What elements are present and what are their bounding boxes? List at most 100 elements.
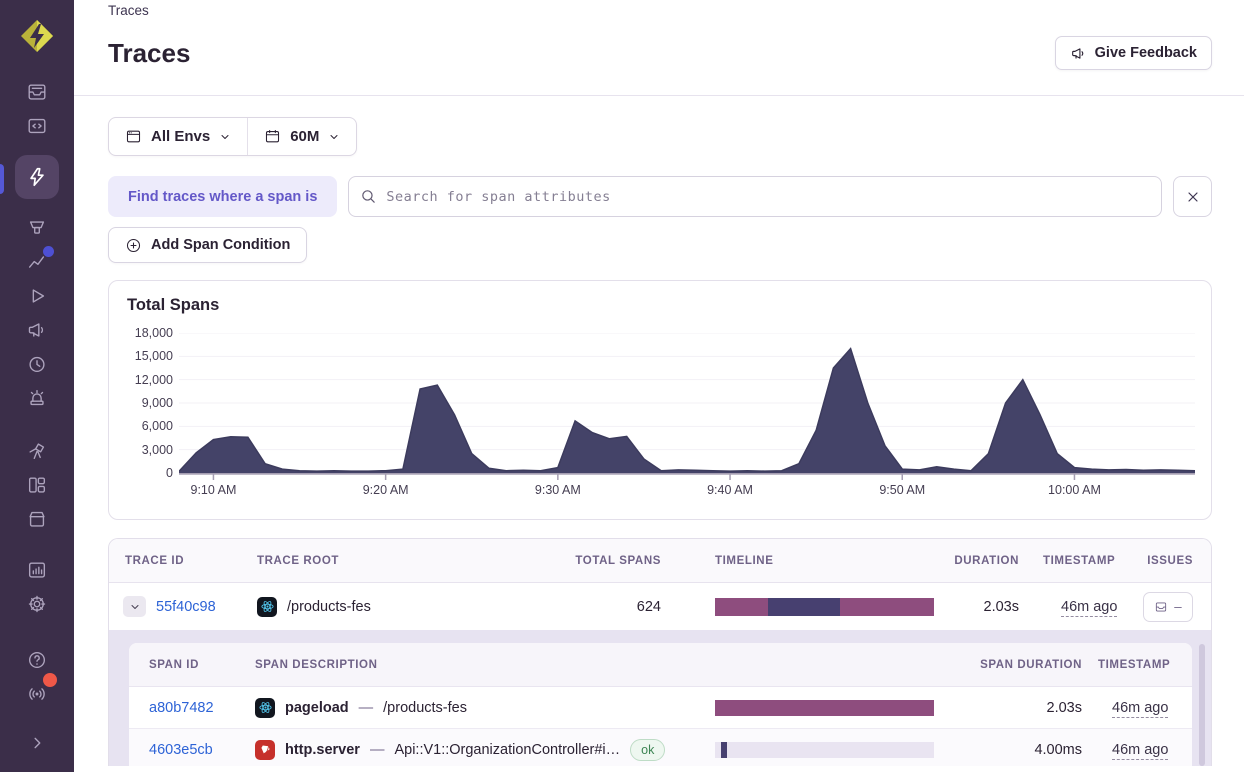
x-tick-label: 9:10 AM: [190, 483, 237, 497]
trace-total-spans: 624: [636, 598, 661, 615]
notification-dot-red: [43, 673, 57, 687]
ruby-platform-icon: [255, 739, 275, 760]
environment-filter[interactable]: All Envs: [109, 118, 247, 155]
sidebar-item-profiling[interactable]: [20, 211, 54, 245]
sidebar-item-settings[interactable]: [20, 587, 54, 621]
y-tick-label: 12,000: [134, 372, 173, 387]
x-tick-label: 9:30 AM: [534, 483, 581, 497]
give-feedback-label: Give Feedback: [1094, 45, 1197, 61]
span-timestamp[interactable]: 46m ago: [1112, 699, 1169, 718]
sidebar-item-discover[interactable]: [20, 434, 54, 468]
sidebar-item-dashboards[interactable]: [20, 468, 54, 502]
funnel-icon: [29, 221, 45, 234]
sidebar-item-projects[interactable]: [20, 109, 54, 143]
issues-count: –: [1174, 599, 1182, 614]
sidebar-item-whats-new[interactable]: [20, 673, 57, 711]
environment-filter-label: All Envs: [151, 128, 211, 145]
megaphone-icon: [28, 323, 44, 337]
x-tick-label: 9:20 AM: [362, 483, 409, 497]
span-description[interactable]: Api::V1::OrganizationController#i…: [394, 742, 620, 758]
span-description[interactable]: /products-fes: [383, 700, 467, 716]
clock-icon: [29, 356, 45, 373]
trace-id-link[interactable]: 55f40c98: [156, 599, 216, 615]
span-row: a80b7482 pageload — /products-fes 2.03s …: [129, 687, 1192, 729]
trace-issues-button[interactable]: –: [1143, 591, 1193, 622]
traces-table: Trace ID Trace Root Total Spans Timeline…: [108, 538, 1212, 766]
col-issues: Issues: [1147, 554, 1193, 567]
sidebar-item-issues[interactable]: [20, 75, 54, 109]
spans-scrollbar[interactable]: [1199, 644, 1205, 766]
date-range-filter[interactable]: 60M: [248, 118, 356, 155]
plus-circle-icon: [126, 238, 141, 252]
col-timeline: Timeline: [715, 554, 774, 567]
sidebar-item-help[interactable]: [20, 643, 54, 677]
span-timeline-bar: [715, 699, 934, 716]
megaphone-icon: [1071, 47, 1083, 59]
col-span-id: Span ID: [149, 658, 199, 671]
give-feedback-button[interactable]: Give Feedback: [1054, 36, 1212, 70]
search-icon: [362, 190, 376, 203]
calendar-icon: [266, 129, 280, 143]
chart-x-ticks: [212, 474, 1076, 480]
page-header: Traces Traces Give Feedback: [74, 0, 1244, 96]
add-span-condition-button[interactable]: Add Span Condition: [108, 227, 308, 263]
span-timestamp[interactable]: 46m ago: [1112, 741, 1169, 760]
chevron-right-icon: [34, 737, 41, 749]
sentry-logo[interactable]: [15, 14, 59, 58]
span-row: 4603e5cb http.server — Api::V1::Organiza…: [129, 729, 1192, 766]
span-attributes-search-input[interactable]: [348, 176, 1162, 217]
archive-box-icon: [29, 511, 45, 527]
trace-timeline-bar: [715, 597, 934, 616]
find-traces-pill: Find traces where a span is: [108, 176, 338, 217]
react-platform-icon: [257, 596, 277, 617]
x-tick-label: 10:00 AM: [1048, 483, 1101, 497]
col-span-description: Span Description: [255, 658, 378, 671]
chart-area-path: [179, 348, 1195, 473]
sidebar-item-stats[interactable]: [20, 553, 54, 587]
sidebar-item-insights[interactable]: [20, 245, 54, 279]
telescope-icon: [29, 443, 45, 460]
sidebar: [0, 0, 74, 772]
x-tick-label: 9:40 AM: [707, 483, 753, 497]
sidebar-item-traces[interactable]: [15, 155, 59, 199]
col-trace-root: Trace Root: [257, 554, 340, 567]
issues-icon: [1156, 601, 1167, 612]
span-id-link[interactable]: 4603e5cb: [149, 742, 213, 758]
span-id-link[interactable]: a80b7482: [149, 700, 214, 716]
sidebar-item-alerts[interactable]: [20, 381, 54, 415]
spans-table-header: Span ID Span Description Span Duration T…: [129, 643, 1192, 687]
dash-separator: —: [358, 699, 374, 716]
sidebar-expand-button[interactable]: [20, 726, 54, 760]
y-tick-label: 3,000: [141, 442, 173, 457]
traces-table-header: Trace ID Trace Root Total Spans Timeline…: [109, 539, 1211, 583]
total-spans-chart-panel: Total Spans 18,000 15,000 12,000 9,000 6,000…: [108, 280, 1212, 520]
x-tick-label: 9:50 AM: [879, 483, 926, 497]
collapse-trace-button[interactable]: [123, 596, 146, 617]
span-op: http.server: [285, 741, 360, 758]
col-total-spans: Total Spans: [575, 554, 661, 567]
siren-icon: [30, 389, 44, 406]
sidebar-item-feedback[interactable]: [20, 313, 54, 347]
col-trace-id: Trace ID: [125, 554, 185, 567]
span-timeline-bar: [715, 741, 934, 758]
sidebar-item-replays[interactable]: [20, 279, 54, 313]
expanded-spans-panel: Span ID Span Description Span Duration T…: [109, 630, 1211, 766]
trace-root-label[interactable]: /products-fes: [287, 599, 371, 615]
page-filter-bar: All Envs 60M: [108, 117, 358, 156]
chevron-down-icon: [221, 134, 229, 139]
sidebar-item-crons[interactable]: [20, 347, 54, 381]
breadcrumb[interactable]: Traces: [108, 3, 149, 18]
y-tick-label: 9,000: [141, 395, 173, 410]
dashboard-icon: [28, 477, 46, 493]
trace-timestamp[interactable]: 46m ago: [1061, 598, 1118, 617]
dash-separator: —: [369, 741, 385, 758]
sidebar-item-releases[interactable]: [20, 502, 54, 536]
spans-table: Span ID Span Description Span Duration T…: [129, 643, 1192, 766]
lightning-icon: [30, 167, 44, 187]
clear-search-button[interactable]: [1173, 176, 1212, 217]
help-icon: [28, 651, 46, 669]
chevron-down-icon: [131, 604, 138, 609]
code-folder-icon: [28, 118, 46, 134]
col-span-timestamp: Timestamp: [1098, 658, 1171, 671]
close-icon: [1187, 191, 1198, 202]
